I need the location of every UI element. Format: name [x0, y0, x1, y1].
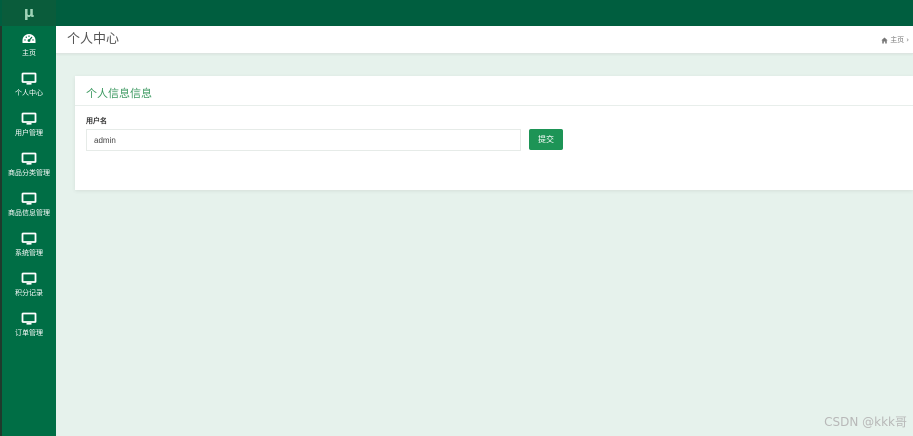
username-input[interactable] — [86, 129, 521, 151]
sidebar-item-label: 系统管理 — [15, 249, 43, 257]
sidebar-item-points-records[interactable]: 积分记录 — [2, 266, 56, 306]
sidebar-item-label: 商品信息管理 — [8, 209, 50, 217]
breadcrumb-separator: › — [906, 36, 909, 44]
brand-logo[interactable]: μ — [2, 0, 56, 26]
username-label: 用户名 — [86, 117, 107, 125]
sidebar-item-user-management[interactable]: 用户管理 — [2, 106, 56, 146]
watermark: CSDN @kkk哥 — [824, 415, 907, 429]
logo-text: μ — [23, 5, 35, 21]
page-header: 个人中心 主页 › — [56, 26, 913, 54]
sidebar-item-product-management[interactable]: 商品信息管理 — [2, 186, 56, 226]
sidebar-item-label: 个人中心 — [15, 89, 43, 97]
monitor-icon — [21, 192, 37, 205]
breadcrumb: 主页 › — [881, 36, 909, 45]
breadcrumb-home-link[interactable]: 主页 — [890, 36, 904, 45]
sidebar-item-label: 主页 — [22, 49, 36, 57]
home-icon — [881, 37, 888, 44]
sidebar-item-label: 商品分类管理 — [8, 169, 50, 177]
main-content: 个人中心 主页 › 个人信息信息 用户名 提交 — [56, 26, 913, 436]
sidebar: 主页 个人中心 用户管理 商品分类管理 商品信息管理 系统管理 积分记录 订单管… — [2, 26, 56, 436]
monitor-icon — [21, 272, 37, 285]
monitor-icon — [21, 72, 37, 85]
sidebar-item-system-management[interactable]: 系统管理 — [2, 226, 56, 266]
sidebar-item-order-management[interactable]: 订单管理 — [2, 306, 56, 346]
sidebar-item-label: 订单管理 — [15, 329, 43, 337]
monitor-icon — [21, 232, 37, 245]
sidebar-item-label: 用户管理 — [15, 129, 43, 137]
submit-button[interactable]: 提交 — [529, 129, 563, 150]
monitor-icon — [21, 152, 37, 165]
app-window: μ 主页 个人中心 用户管理 商品分类管理 商品信息管理 系统管理 积分记录 订… — [0, 0, 913, 436]
dashboard-icon — [22, 34, 36, 43]
panel-divider — [75, 105, 913, 106]
sidebar-item-category-management[interactable]: 商品分类管理 — [2, 146, 56, 186]
top-header-bar — [0, 0, 913, 26]
monitor-icon — [21, 112, 37, 125]
page-title: 个人中心 — [67, 32, 120, 47]
monitor-icon — [21, 312, 37, 325]
profile-panel: 个人信息信息 用户名 提交 — [75, 76, 913, 190]
sidebar-item-home[interactable]: 主页 — [2, 26, 56, 66]
panel-title: 个人信息信息 — [86, 87, 152, 100]
sidebar-item-personal-center[interactable]: 个人中心 — [2, 66, 56, 106]
sidebar-item-label: 积分记录 — [15, 289, 43, 297]
